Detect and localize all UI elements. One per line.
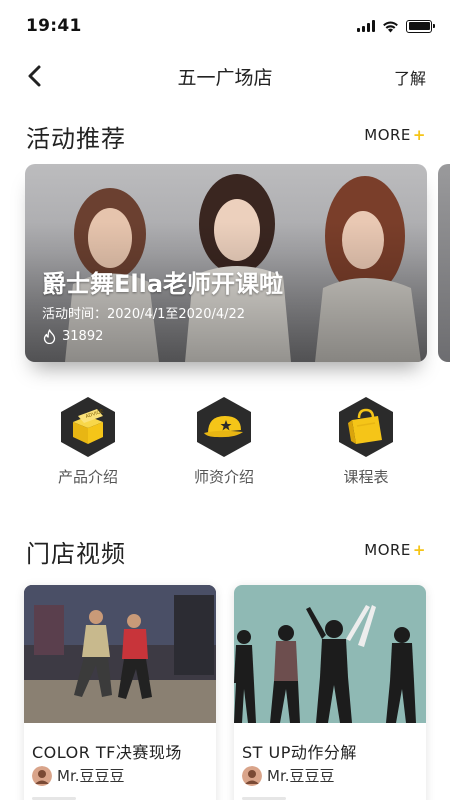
activity-more-link[interactable]: MORE + [364, 126, 426, 144]
video-author: Mr.豆豆豆 [32, 765, 125, 786]
schedule-bag-icon [339, 397, 393, 457]
video-thumbnail [234, 585, 426, 723]
status-icons [357, 18, 435, 34]
author-name: Mr.豆豆豆 [267, 767, 335, 785]
feature-label: 师资介绍 [193, 468, 254, 486]
feature-teachers[interactable]: 师资介绍 [174, 396, 274, 487]
nav-bar: 五一广场店 了解 [0, 54, 450, 98]
video-more-link[interactable]: MORE + [364, 541, 426, 559]
video-card[interactable]: ST UP动作分解 Mr.豆豆豆 [234, 585, 426, 800]
avatar [242, 765, 262, 786]
feature-label: 产品介绍 [57, 468, 118, 486]
activity-section-header: 活动推荐 MORE + [26, 119, 426, 153]
next-banner-peek[interactable] [438, 164, 450, 362]
banner-date: 活动时间：2020/4/1至2020/4/22 [42, 307, 246, 322]
more-label: MORE [364, 126, 411, 144]
avatar [32, 765, 52, 786]
video-title: COLOR TF决赛现场 [32, 743, 182, 762]
signal-icon [357, 20, 375, 32]
product-box-icon: ADVICE [61, 397, 115, 457]
learn-more-button[interactable]: 了解 [394, 65, 426, 89]
teacher-cap-icon [197, 397, 251, 457]
views-count: 31892 [62, 329, 104, 344]
feature-label: 课程表 [343, 468, 389, 486]
feature-product[interactable]: ADVICE 产品介绍 [38, 396, 138, 487]
activity-banner[interactable]: 爵士舞Ella老师开课啦 活动时间：2020/4/1至2020/4/22 318… [25, 164, 427, 362]
banner-views: 31892 [42, 329, 103, 344]
more-label: MORE [364, 541, 411, 559]
feature-menu: ADVICE 产品介绍 师资介绍 课程表 [0, 396, 450, 496]
video-thumbnail [24, 585, 216, 723]
video-author: Mr.豆豆豆 [242, 765, 335, 786]
page-title: 五一广场店 [177, 67, 273, 89]
plus-icon: + [412, 541, 426, 559]
section-title: 门店视频 [26, 540, 126, 568]
plus-icon: + [412, 126, 426, 144]
video-title: ST UP动作分解 [242, 743, 357, 762]
video-section-header: 门店视频 MORE + [26, 534, 426, 568]
feature-schedule[interactable]: 课程表 [316, 396, 416, 487]
video-card[interactable]: COLOR TF决赛现场 Mr.豆豆豆 [24, 585, 216, 800]
battery-icon [406, 19, 435, 33]
status-time: 19:41 [26, 16, 82, 36]
banner-title: 爵士舞Ella老师开课啦 [42, 270, 284, 298]
section-title: 活动推荐 [26, 125, 126, 153]
author-name: Mr.豆豆豆 [57, 767, 125, 785]
status-bar: 19:41 [0, 0, 450, 54]
fire-icon [43, 329, 56, 344]
wifi-icon [383, 21, 398, 32]
